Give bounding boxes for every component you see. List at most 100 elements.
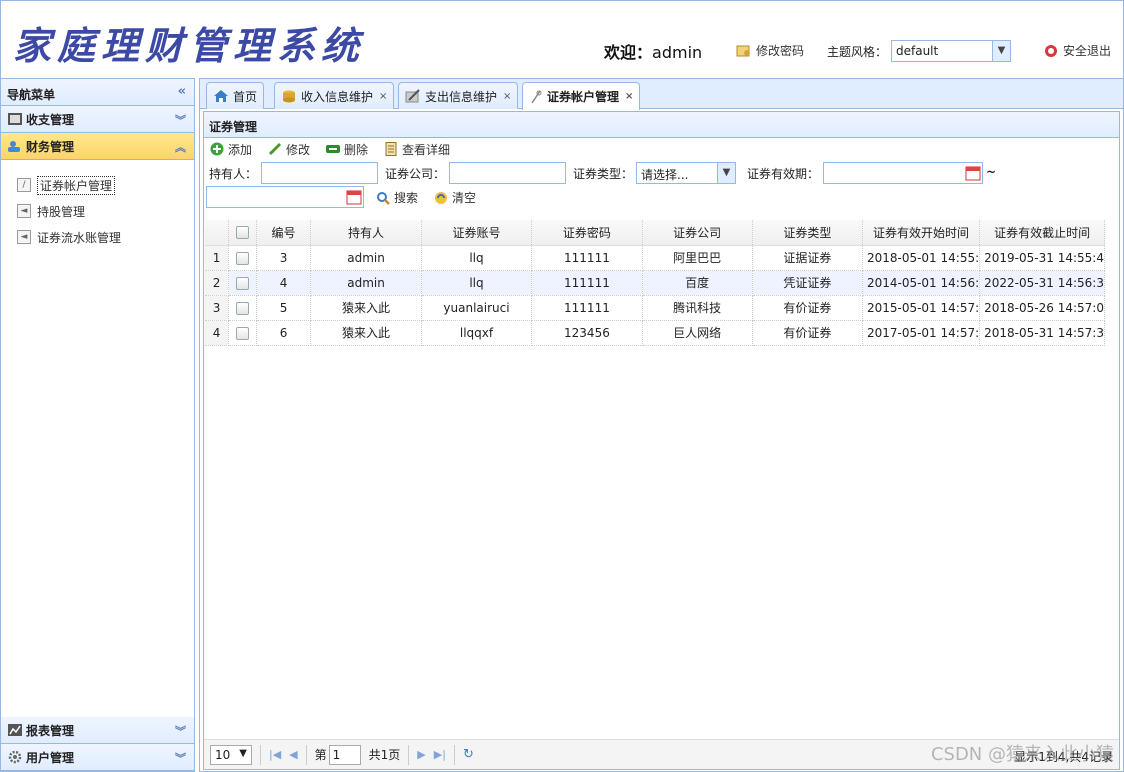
validity-end-input[interactable] (206, 186, 364, 208)
col-header[interactable]: 证券类型 (752, 220, 863, 246)
first-page-icon[interactable]: |◀ (269, 748, 281, 761)
calendar-icon[interactable] (345, 188, 363, 206)
chevron-down-icon: ▼ (992, 41, 1010, 61)
company-input[interactable] (449, 162, 566, 184)
cell-password: 123456 (531, 320, 643, 346)
cell-account: yuanlairuci (421, 295, 533, 321)
key-icon (736, 45, 750, 56)
cell-end: 2019-05-31 14:55:4 (979, 245, 1105, 271)
cell-company: 阿里巴巴 (642, 245, 753, 271)
select-all-checkbox[interactable] (235, 226, 249, 240)
col-header[interactable]: 证券有效截止时间 (979, 220, 1105, 246)
validity-label: 证券有效期： (747, 167, 820, 181)
refresh-icon[interactable]: ↻ (463, 747, 474, 762)
col-header[interactable]: 编号 (256, 220, 312, 246)
tab-expense[interactable]: 支出信息维护 × (398, 82, 519, 109)
menu-securities-account[interactable]: / 证券帐户管理 (17, 172, 194, 198)
change-password-link[interactable]: 修改密码 (736, 42, 804, 59)
logout-link[interactable]: 安全退出 (1043, 42, 1111, 59)
cell-start: 2018-05-01 14:55: (862, 245, 981, 271)
tab-home[interactable]: 首页 (206, 82, 265, 109)
pencil-icon (268, 142, 282, 156)
separator (408, 744, 410, 765)
calendar-icon[interactable] (964, 164, 982, 182)
row-checkbox-cell[interactable] (228, 295, 257, 321)
power-icon (1045, 44, 1057, 57)
cell-account: llqqxf (421, 320, 533, 346)
cell-id: 3 (256, 245, 312, 271)
delete-button[interactable]: 删除 (326, 141, 368, 158)
pen-icon: / (17, 178, 31, 192)
row-checkbox[interactable] (235, 301, 249, 315)
remove-icon (326, 145, 341, 153)
col-header[interactable]: 证券账号 (421, 220, 533, 246)
prev-page-icon[interactable]: ◀ (289, 748, 297, 761)
coins-icon (283, 90, 295, 103)
menu-holdings[interactable]: ◄ 持股管理 (17, 198, 194, 224)
add-icon (210, 142, 224, 156)
row-number: 1 (205, 245, 230, 271)
cell-id: 5 (256, 295, 312, 321)
finance-menu: / 证券帐户管理 ◄ 持股管理 ◄ 证券流水账管理 (1, 160, 194, 743)
holder-input[interactable] (261, 162, 378, 184)
cell-end: 2022-05-31 14:56:3 (979, 270, 1105, 296)
add-button[interactable]: 添加 (210, 141, 252, 158)
cell-company: 巨人网络 (642, 320, 753, 346)
tab-securities-account[interactable]: 证券帐户管理 × (522, 82, 641, 110)
collapse-icon[interactable]: « (178, 84, 186, 99)
next-page-icon[interactable]: ▶ (417, 748, 425, 761)
col-header[interactable]: 证券密码 (531, 220, 643, 246)
group-income-expense[interactable]: 收支管理 ︾ (1, 106, 194, 133)
sidebar-title: 导航菜单 « (1, 79, 194, 106)
row-checkbox[interactable] (235, 251, 249, 265)
rownum-header (205, 220, 230, 246)
group-users[interactable]: 用户管理 ︾ (1, 744, 194, 771)
toolbar: 添加 修改 删除 查看详细 (204, 138, 1119, 160)
col-header[interactable]: 证券有效开始时间 (862, 220, 981, 246)
main-area: 首页 收入信息维护× 支出信息维护× 证券帐户管理× 证券管理 添加 修改 (199, 78, 1124, 772)
chevron-up-icon: ︽ (175, 141, 186, 154)
close-icon[interactable]: × (625, 91, 633, 102)
table-row[interactable]: 2 4 admin llq 111111 百度 凭证证券 2014-05-01 … (205, 270, 1105, 296)
close-icon[interactable]: × (503, 91, 511, 102)
table-row[interactable]: 1 3 admin llq 111111 阿里巴巴 证据证券 2018-05-0… (205, 245, 1105, 271)
last-page-icon[interactable]: ▶| (434, 748, 446, 761)
group-reports[interactable]: 报表管理 ︾ (1, 717, 194, 744)
row-number: 3 (205, 295, 230, 321)
edit-button[interactable]: 修改 (268, 141, 310, 158)
cell-password: 111111 (531, 270, 643, 296)
page-total: 共1页 (368, 748, 401, 762)
write-icon (405, 89, 420, 103)
menu-securities-ledger[interactable]: ◄ 证券流水账管理 (17, 224, 194, 250)
theme-select[interactable]: default ▼ (891, 40, 1011, 62)
page-number-input[interactable]: 1 (328, 744, 361, 765)
clear-button[interactable]: 清空 (434, 189, 476, 206)
cell-type: 凭证证券 (752, 270, 863, 296)
row-checkbox-cell[interactable] (228, 270, 257, 296)
row-checkbox-cell[interactable] (228, 320, 257, 346)
table-row[interactable]: 3 5 猿来入此 yuanlairuci 111111 腾讯科技 有价证券 20… (205, 295, 1105, 321)
page-size-select[interactable]: 10 ▼ (210, 744, 252, 765)
row-checkbox-cell[interactable] (228, 245, 257, 271)
detail-button[interactable]: 查看详细 (384, 141, 450, 158)
table-row[interactable]: 4 6 猿来入此 llqqxf 123456 巨人网络 有价证券 2017-05… (205, 320, 1105, 346)
row-checkbox[interactable] (235, 326, 249, 340)
page-prefix: 第 (314, 748, 327, 762)
home-icon (214, 90, 228, 102)
ledger-icon (8, 113, 22, 125)
col-header[interactable]: 证券公司 (642, 220, 753, 246)
select-all-header[interactable] (228, 220, 257, 246)
type-label: 证券类型： (573, 167, 634, 181)
cell-type: 有价证券 (752, 295, 863, 321)
col-header[interactable]: 持有人 (310, 220, 422, 246)
cell-holder: 猿来入此 (310, 295, 422, 321)
search-row-2: 搜索 清空 (204, 186, 1119, 210)
group-finance[interactable]: 财务管理 ︽ (1, 133, 194, 160)
row-checkbox[interactable] (235, 276, 249, 290)
close-icon[interactable]: × (379, 91, 387, 102)
chevron-down-icon: ︾ (175, 114, 186, 127)
validity-start-input[interactable] (823, 162, 983, 184)
type-select[interactable]: 请选择... ▼ (636, 162, 736, 184)
tab-income[interactable]: 收入信息维护 × (274, 82, 395, 109)
search-button[interactable]: 搜索 (376, 189, 418, 206)
